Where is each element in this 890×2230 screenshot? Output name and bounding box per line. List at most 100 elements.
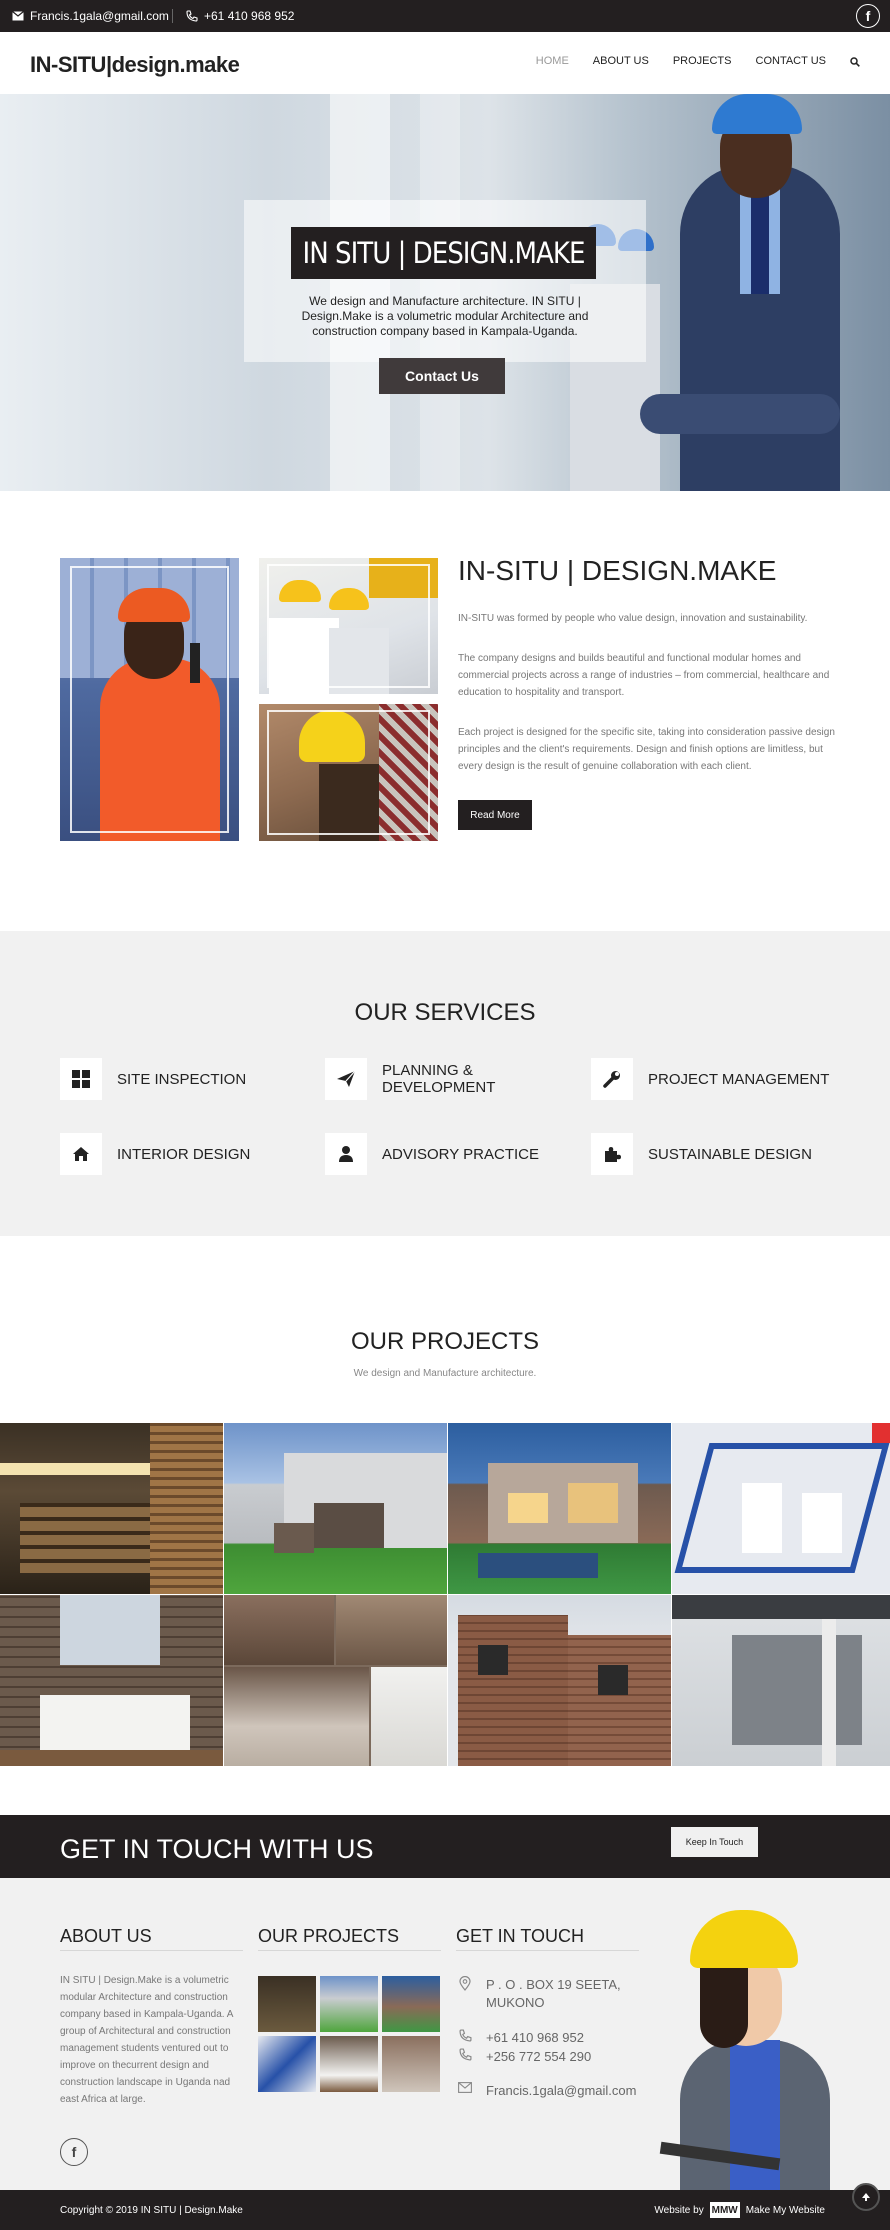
envelope-icon <box>12 11 24 21</box>
footer-project-thumb[interactable] <box>382 2036 440 2092</box>
footer-address: P . O . BOX 19 SEETA, MUKONO <box>458 1976 621 2012</box>
project-tile-modern-house[interactable] <box>672 1595 890 1766</box>
footer-facebook-icon[interactable]: f <box>60 2138 88 2166</box>
footer-about-text: IN SITU | Design.Make is a volumetric mo… <box>60 1975 233 2105</box>
footer-project-thumb[interactable] <box>320 2036 378 2092</box>
about-paragraph-1: IN-SITU was formed by people who value d… <box>458 613 808 624</box>
contact-us-button[interactable]: Contact Us <box>379 358 505 394</box>
topbar-phone[interactable]: +61 410 968 952 <box>186 9 294 23</box>
projects-subtitle: We design and Manufacture architecture. <box>353 1368 537 1379</box>
footer-email[interactable]: Francis.1gala@gmail.com <box>458 2082 636 2100</box>
footer-address-line1: P . O . BOX 19 SEETA, <box>486 1977 621 1992</box>
credit-suffix: Make My Website <box>745 2204 825 2216</box>
home-icon <box>73 1147 89 1161</box>
service-label: PROJECT MANAGEMENT <box>648 1070 830 1088</box>
footer-phone-2-text: +256 772 554 290 <box>486 2049 592 2064</box>
bottom-bar: Copyright © 2019 IN SITU | Design.Make W… <box>0 2190 890 2230</box>
service-label: INTERIOR DESIGN <box>117 1145 251 1163</box>
about-title: IN-SITU | DESIGN.MAKE <box>458 555 777 586</box>
credit-prefix: Website by <box>654 2204 704 2216</box>
footer-project-thumb[interactable] <box>258 2036 316 2092</box>
read-more-button[interactable]: Read More <box>458 800 532 830</box>
about-paragraph-3: Each project is designed for the specifi… <box>458 727 835 772</box>
project-tile-house-pool[interactable] <box>448 1423 671 1594</box>
project-tile-interiors-collage[interactable] <box>224 1595 447 1766</box>
site-logo[interactable]: IN-SITU|design.make <box>30 52 240 78</box>
about-image-worker-radio <box>60 558 239 841</box>
service-label: PLANNING & DEVELOPMENT <box>382 1062 496 1096</box>
nav-home[interactable]: HOME <box>536 55 569 67</box>
footer-divider <box>60 1950 243 1951</box>
project-tile-kitchen[interactable] <box>0 1423 223 1594</box>
footer-phone-1-text: +61 410 968 952 <box>486 2030 584 2045</box>
footer-projects-title: OUR PROJECTS <box>258 1926 400 1946</box>
service-label: ADVISORY PRACTICE <box>382 1145 539 1163</box>
hero-title: IN SITU | DESIGN.MAKE <box>291 227 596 279</box>
footer-project-thumb[interactable] <box>258 1976 316 2032</box>
services-title: OUR SERVICES <box>354 999 536 1026</box>
image-frame <box>267 564 430 688</box>
topbar-divider <box>172 9 173 23</box>
service-interior-design[interactable]: INTERIOR DESIGN <box>60 1133 250 1175</box>
get-in-touch-strip: GET IN TOUCH WITH US Keep In Touch <box>0 1815 890 1878</box>
about-image-hardhat <box>259 704 438 841</box>
keep-in-touch-button[interactable]: Keep In Touch <box>671 1827 758 1857</box>
service-sustainable-design[interactable]: SUSTAINABLE DESIGN <box>591 1133 812 1175</box>
get-in-touch-title: GET IN TOUCH WITH US <box>60 1834 374 1864</box>
puzzle-icon <box>605 1147 621 1162</box>
hero-description: We design and Manufacture architecture. … <box>301 294 589 338</box>
footer-phone-2[interactable]: +256 772 554 290 <box>458 2048 591 2066</box>
nav-about-us[interactable]: ABOUT US <box>593 55 649 67</box>
project-tile-brick-interior[interactable] <box>0 1595 223 1766</box>
footer-project-thumb[interactable] <box>382 1976 440 2032</box>
service-planning-development[interactable]: PLANNING & DEVELOPMENT <box>325 1058 512 1100</box>
project-tile-office-layout[interactable] <box>672 1423 890 1594</box>
footer-about-title: ABOUT US <box>60 1926 152 1946</box>
footer: ABOUT US IN SITU | Design.Make is a volu… <box>0 1878 890 2190</box>
projects-title: OUR PROJECTS <box>350 1328 539 1355</box>
nav-contact-us[interactable]: CONTACT US <box>756 55 827 67</box>
hero-worker-photo <box>620 94 890 491</box>
phone-icon <box>186 10 198 22</box>
footer-project-thumb[interactable] <box>320 1976 378 2032</box>
phone-icon <box>458 2029 472 2042</box>
footer-divider <box>456 1950 639 1951</box>
image-frame <box>70 566 229 833</box>
topbar-phone-text: +61 410 968 952 <box>204 9 295 23</box>
about-image-engineers <box>259 558 438 694</box>
top-bar: Francis.1gala@gmail.com +61 410 968 952 … <box>0 0 890 32</box>
project-tile-patio[interactable] <box>224 1423 447 1594</box>
hero-overlay-box: IN SITU | DESIGN.MAKE We design and Manu… <box>244 200 646 394</box>
topbar-email-text: Francis.1gala@gmail.com <box>30 9 169 23</box>
about-paragraph-2: The company designs and builds beautiful… <box>458 653 830 698</box>
footer-woman-engineer-photo <box>650 1910 840 2190</box>
service-advisory-practice[interactable]: ADVISORY PRACTICE <box>325 1133 539 1175</box>
mmw-logo: MMW <box>709 2202 740 2218</box>
service-project-management[interactable]: PROJECT MANAGEMENT <box>591 1058 829 1100</box>
services-section: OUR SERVICES SITE INSPECTION PLANNING & … <box>0 931 890 1236</box>
site-header: IN-SITU|design.make HOME ABOUT US PROJEC… <box>0 32 890 94</box>
nav-projects[interactable]: PROJECTS <box>673 55 732 67</box>
paper-plane-icon <box>337 1070 356 1087</box>
facebook-icon[interactable]: f <box>856 4 880 28</box>
grid-icon <box>72 1070 90 1088</box>
website-credit[interactable]: Website by MMW Make My Website <box>654 2202 825 2218</box>
footer-phone-1[interactable]: +61 410 968 952 <box>458 2029 584 2047</box>
envelope-icon <box>458 2082 472 2093</box>
project-tile-brick-townhouse[interactable] <box>448 1595 671 1766</box>
image-frame <box>267 710 430 835</box>
wrench-icon <box>603 1071 620 1088</box>
search-icon[interactable] <box>850 57 860 67</box>
footer-contact-title: GET IN TOUCH <box>456 1926 585 1946</box>
service-label: SUSTAINABLE DESIGN <box>648 1145 812 1163</box>
service-label: SITE INSPECTION <box>117 1070 247 1088</box>
service-site-inspection[interactable]: SITE INSPECTION <box>60 1058 246 1100</box>
hero-banner: IN SITU | DESIGN.MAKE We design and Manu… <box>0 94 890 491</box>
user-icon <box>339 1146 353 1162</box>
footer-address-line2: MUKONO <box>486 1995 545 2010</box>
topbar-email[interactable]: Francis.1gala@gmail.com <box>12 9 169 23</box>
phone-icon <box>458 2048 472 2061</box>
footer-divider <box>258 1950 441 1951</box>
scroll-to-top-button[interactable] <box>852 2183 880 2211</box>
main-nav: HOME ABOUT US PROJECTS CONTACT US <box>536 55 860 67</box>
